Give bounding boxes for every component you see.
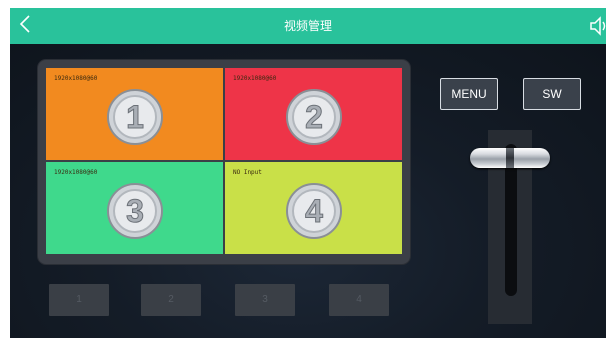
channel-button-1[interactable]: 1 [49,284,109,316]
fader-handle[interactable] [470,148,550,168]
channel-button-3[interactable]: 3 [235,284,295,316]
number-badge-1: 1 [105,87,165,147]
app-window: 视频管理 1920x1080@60 1 1920x1080@60 2 1920x… [10,8,606,338]
number-badge-2: 2 [284,87,344,147]
number-text: 4 [305,193,323,229]
preview-cell-3[interactable]: 1920x1080@60 3 [46,162,223,254]
preview-grid: 1920x1080@60 1 1920x1080@60 2 1920x1080@… [46,68,402,254]
speaker-icon[interactable] [588,14,606,38]
number-text: 3 [126,193,144,229]
number-badge-4: 4 [284,181,344,241]
number-text: 1 [126,99,144,135]
sw-button[interactable]: SW [523,78,581,110]
resolution-label: 1920x1080@60 [54,169,98,176]
channel-button-2[interactable]: 2 [141,284,201,316]
preview-monitor: 1920x1080@60 1 1920x1080@60 2 1920x1080@… [38,60,410,264]
resolution-label: NO Input [233,169,262,176]
top-bar: 视频管理 [10,8,606,44]
preview-cell-1[interactable]: 1920x1080@60 1 [46,68,223,160]
fader-handle-line [506,148,514,168]
channel-button-4[interactable]: 4 [329,284,389,316]
page-title: 视频管理 [283,19,332,33]
resolution-label: 1920x1080@60 [54,75,98,82]
menu-button[interactable]: MENU [440,78,498,110]
resolution-label: 1920x1080@60 [233,75,277,82]
preview-cell-4[interactable]: NO Input 4 [225,162,402,254]
preview-cell-2[interactable]: 1920x1080@60 2 [225,68,402,160]
number-text: 2 [305,99,323,135]
number-badge-3: 3 [105,181,165,241]
